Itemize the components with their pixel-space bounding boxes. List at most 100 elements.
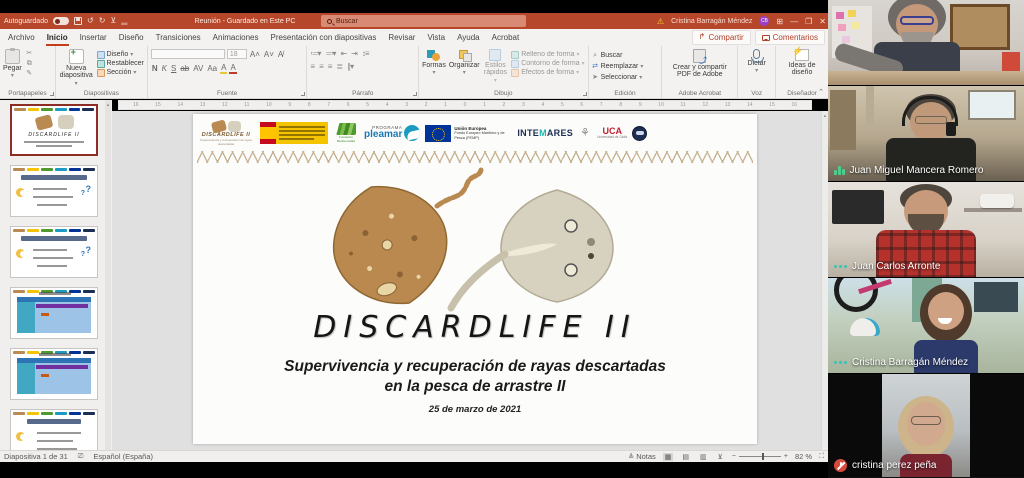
justify-icon[interactable]: ≣ <box>336 62 343 71</box>
undo-icon[interactable]: ↺ <box>87 17 94 25</box>
arrange-button[interactable]: Organizar ▾ <box>449 49 480 77</box>
shape-outline-button[interactable]: Contorno de forma ▾ <box>511 60 585 69</box>
change-case-button[interactable]: Aa <box>206 64 218 73</box>
video-tile-2[interactable]: Juan Miguel Mancera Romero <box>828 86 1024 182</box>
paragraph-dialog-launcher[interactable] <box>413 92 418 96</box>
grow-font-icon[interactable]: A˄ <box>249 50 261 59</box>
shape-effects-button[interactable]: Efectos de forma ▾ <box>511 69 584 78</box>
slide-thumbnail-5[interactable] <box>10 348 98 400</box>
zoom-in-icon[interactable]: + <box>784 453 788 460</box>
slide-thumbnail-4[interactable] <box>10 287 98 339</box>
language-indicator[interactable]: Español (España) <box>93 452 153 461</box>
document-title[interactable]: Reunión - Guardado en Este PC <box>170 18 320 25</box>
shapes-button[interactable]: Formas ▾ <box>422 49 446 77</box>
video-tile-3[interactable]: Juan Carlos Arronte <box>828 182 1024 278</box>
line-spacing-icon[interactable]: ↕≡ <box>362 49 370 58</box>
notes-button[interactable]: ≜ Notas <box>628 452 656 461</box>
reading-view-icon[interactable]: ▥ <box>698 453 709 461</box>
tab-transiciones[interactable]: Transiciones <box>150 30 207 46</box>
quick-styles-button[interactable]: Estilos rápidos ▾ <box>483 49 509 84</box>
adobe-pdf-button[interactable]: Crear y compartir PDF de Adobe <box>665 49 734 79</box>
restore-button[interactable]: ❐ <box>805 17 812 26</box>
tab-ayuda[interactable]: Ayuda <box>451 30 486 46</box>
start-slideshow-icon[interactable]: ⊻ <box>110 17 116 25</box>
align-right-icon[interactable]: ≡ <box>328 62 333 71</box>
slide-thumbnail-3[interactable]: ?? <box>10 226 98 278</box>
tab-inicio[interactable]: Inicio <box>41 30 74 46</box>
video-tile-1[interactable] <box>828 0 1024 86</box>
bold-button[interactable]: N <box>151 64 159 73</box>
reset-button[interactable]: Restablecer <box>96 60 144 69</box>
indent-increase-icon[interactable]: ⇥ <box>351 49 358 58</box>
collapse-ribbon-icon[interactable]: ⌃ <box>818 88 824 96</box>
find-button[interactable]: ⌕ Buscar <box>592 52 644 60</box>
font-name-box[interactable] <box>150 49 225 59</box>
numbering-icon[interactable]: ≕▾ <box>325 49 336 58</box>
share-button[interactable]: Compartir <box>691 30 751 45</box>
underline-button[interactable]: S <box>170 64 177 73</box>
new-slide-button[interactable]: Nueva diapositiva▾ <box>59 48 94 87</box>
tab-revisar[interactable]: Revisar <box>382 30 421 46</box>
shrink-font-icon[interactable]: A˅ <box>263 50 275 59</box>
zoom-out-icon[interactable]: − <box>732 453 736 460</box>
slide-thumbnail-6[interactable] <box>10 409 98 450</box>
slide-thumbnail-2[interactable]: ?? <box>10 165 98 217</box>
shape-fill-button[interactable]: Relleno de forma ▾ <box>511 51 584 60</box>
account-name[interactable]: Cristina Barragán Méndez <box>671 18 752 25</box>
font-color-button[interactable]: A <box>229 63 237 74</box>
save-icon[interactable] <box>73 17 82 25</box>
highlighter-icon[interactable]: ▂ <box>121 17 127 25</box>
tab-insertar[interactable]: Insertar <box>74 30 113 46</box>
search-box[interactable]: Buscar <box>321 15 526 27</box>
copy-icon[interactable]: ⧉ <box>25 60 34 68</box>
normal-view-icon[interactable]: ▦ <box>662 452 674 461</box>
design-button[interactable]: Diseño ▾ <box>96 51 144 60</box>
paste-button[interactable]: Pegar ▾ <box>3 48 22 80</box>
zoom-level[interactable]: 82 % <box>795 452 812 461</box>
clipboard-dialog-launcher[interactable] <box>49 92 54 96</box>
dictate-button[interactable]: Dictar ▾ <box>741 49 772 75</box>
slide-subtitle[interactable]: Supervivencia y recuperación de rayas de… <box>193 357 757 397</box>
tab-vista[interactable]: Vista <box>421 30 451 46</box>
warning-icon[interactable]: ⚠ <box>657 17 664 26</box>
design-ideas-button[interactable]: Ideas de diseño <box>779 47 825 77</box>
tab-animaciones[interactable]: Animaciones <box>207 30 265 46</box>
select-button[interactable]: ➤ Seleccionar ▾ <box>592 74 644 82</box>
replace-button[interactable]: ⇄ Reemplazar ▾ <box>592 63 643 71</box>
tab-diseño[interactable]: Diseño <box>113 30 150 46</box>
character-spacing-button[interactable]: AV <box>192 64 204 73</box>
tab-acrobat[interactable]: Acrobat <box>486 30 526 46</box>
font-size-box[interactable]: 18 <box>226 49 247 59</box>
ribbon-options-icon[interactable]: ⊞ <box>776 17 783 26</box>
comments-button[interactable]: Comentarios <box>754 30 825 45</box>
indent-decrease-icon[interactable]: ⇤ <box>340 49 347 58</box>
slide-date[interactable]: 25 de marzo de 2021 <box>193 404 757 415</box>
workspace-scrollbar[interactable] <box>821 111 828 450</box>
slide-canvas[interactable]: DISCARDLIFE II Supervivencia y recuperac… <box>193 114 757 444</box>
align-left-icon[interactable]: ≡ <box>310 62 315 71</box>
columns-icon[interactable]: ∥▾ <box>347 62 354 71</box>
slideshow-icon[interactable]: ⊻ <box>716 453 725 461</box>
fit-to-window-icon[interactable]: ⛶ <box>819 453 824 461</box>
slide-sorter-icon[interactable]: ▤ <box>680 453 691 461</box>
cut-icon[interactable]: ✂ <box>25 50 34 58</box>
font-dialog-launcher[interactable] <box>301 92 306 96</box>
video-tile-4[interactable]: Cristina Barragán Méndez <box>828 278 1024 374</box>
accessibility-icon[interactable]: ⎚ <box>78 453 84 461</box>
slide-thumbnail-1[interactable]: DISCARDLIFE II <box>10 104 98 156</box>
close-button[interactable]: ✕ <box>819 17 826 26</box>
clear-format-icon[interactable]: A̸ <box>277 50 284 59</box>
redo-icon[interactable]: ↻ <box>99 17 106 25</box>
autosave-toggle[interactable] <box>52 17 69 25</box>
video-tile-5[interactable]: cristina perez peña <box>828 374 1024 477</box>
section-button[interactable]: Sección ▾ <box>96 69 144 78</box>
highlight-color-button[interactable]: A <box>220 63 228 74</box>
bullets-icon[interactable]: ≔▾ <box>310 49 321 58</box>
minimize-button[interactable]: — <box>790 17 798 26</box>
tab-archivo[interactable]: Archivo <box>2 30 41 46</box>
slide-title[interactable]: DISCARDLIFE II <box>193 310 757 345</box>
align-center-icon[interactable]: ≡ <box>319 62 324 71</box>
thumbnail-scrollbar[interactable] <box>105 100 111 450</box>
drawing-dialog-launcher[interactable] <box>582 92 587 96</box>
account-avatar[interactable]: CB <box>759 16 770 26</box>
